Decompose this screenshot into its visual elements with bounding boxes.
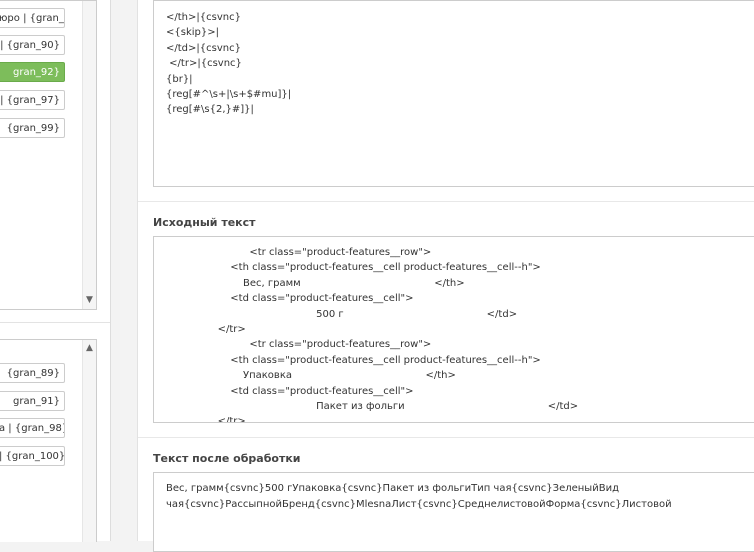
- result-line-2: чая{csvnc}РассыпнойБренд{csvnc}MlesnaЛис…: [166, 499, 672, 510]
- tag-item[interactable]: | {gran_97}: [0, 90, 65, 110]
- divider: [138, 437, 754, 438]
- source-text: <tr class="product-features__row"> <th c…: [217, 247, 579, 423]
- divider: [0, 322, 110, 323]
- tag-list-bottom[interactable]: {gran_89} gran_91} a | {gran_98} | {gran…: [0, 339, 97, 542]
- tag-item[interactable]: {gran_99}: [0, 118, 65, 138]
- source-label: Исходный текст: [153, 216, 256, 229]
- tag-item-active[interactable]: gran_92}: [0, 62, 65, 82]
- scrollbar[interactable]: ▲: [82, 340, 96, 542]
- tag-item[interactable]: gran_91}: [0, 391, 65, 411]
- left-sidebar: юро | {gran_88} | {gran_90} gran_92} | {…: [0, 0, 111, 542]
- tag-list-top[interactable]: юро | {gran_88} | {gran_90} gran_92} | {…: [0, 0, 97, 310]
- rules-textarea[interactable]: </th>|{csvnc} <{skip}>| </td>|{csvnc} </…: [153, 0, 754, 187]
- tag-item[interactable]: юро | {gran_88}: [0, 8, 65, 28]
- result-line-1: Вес, грамм{csvnc}500 гУпаковка{csvnc}Пак…: [166, 483, 619, 494]
- tag-item[interactable]: | {gran_100}: [0, 446, 65, 466]
- tag-item[interactable]: {gran_89}: [0, 363, 65, 383]
- chevron-up-icon[interactable]: ▲: [85, 344, 94, 353]
- main-content: </th>|{csvnc} <{skip}>| </td>|{csvnc} </…: [137, 0, 754, 552]
- result-textarea[interactable]: Вес, грамм{csvnc}500 гУпаковка{csvnc}Пак…: [153, 472, 754, 552]
- tag-item[interactable]: | {gran_90}: [0, 35, 65, 55]
- chevron-down-icon[interactable]: ▼: [85, 296, 94, 305]
- scrollbar[interactable]: ▼: [82, 1, 96, 309]
- tag-item[interactable]: a | {gran_98}: [0, 418, 65, 438]
- result-label: Текст после обработки: [153, 452, 301, 465]
- divider: [138, 201, 754, 202]
- source-textarea[interactable]: <tr class="product-features__row"> <th c…: [153, 236, 754, 423]
- rules-text: </th>|{csvnc} <{skip}>| </td>|{csvnc} </…: [166, 12, 292, 116]
